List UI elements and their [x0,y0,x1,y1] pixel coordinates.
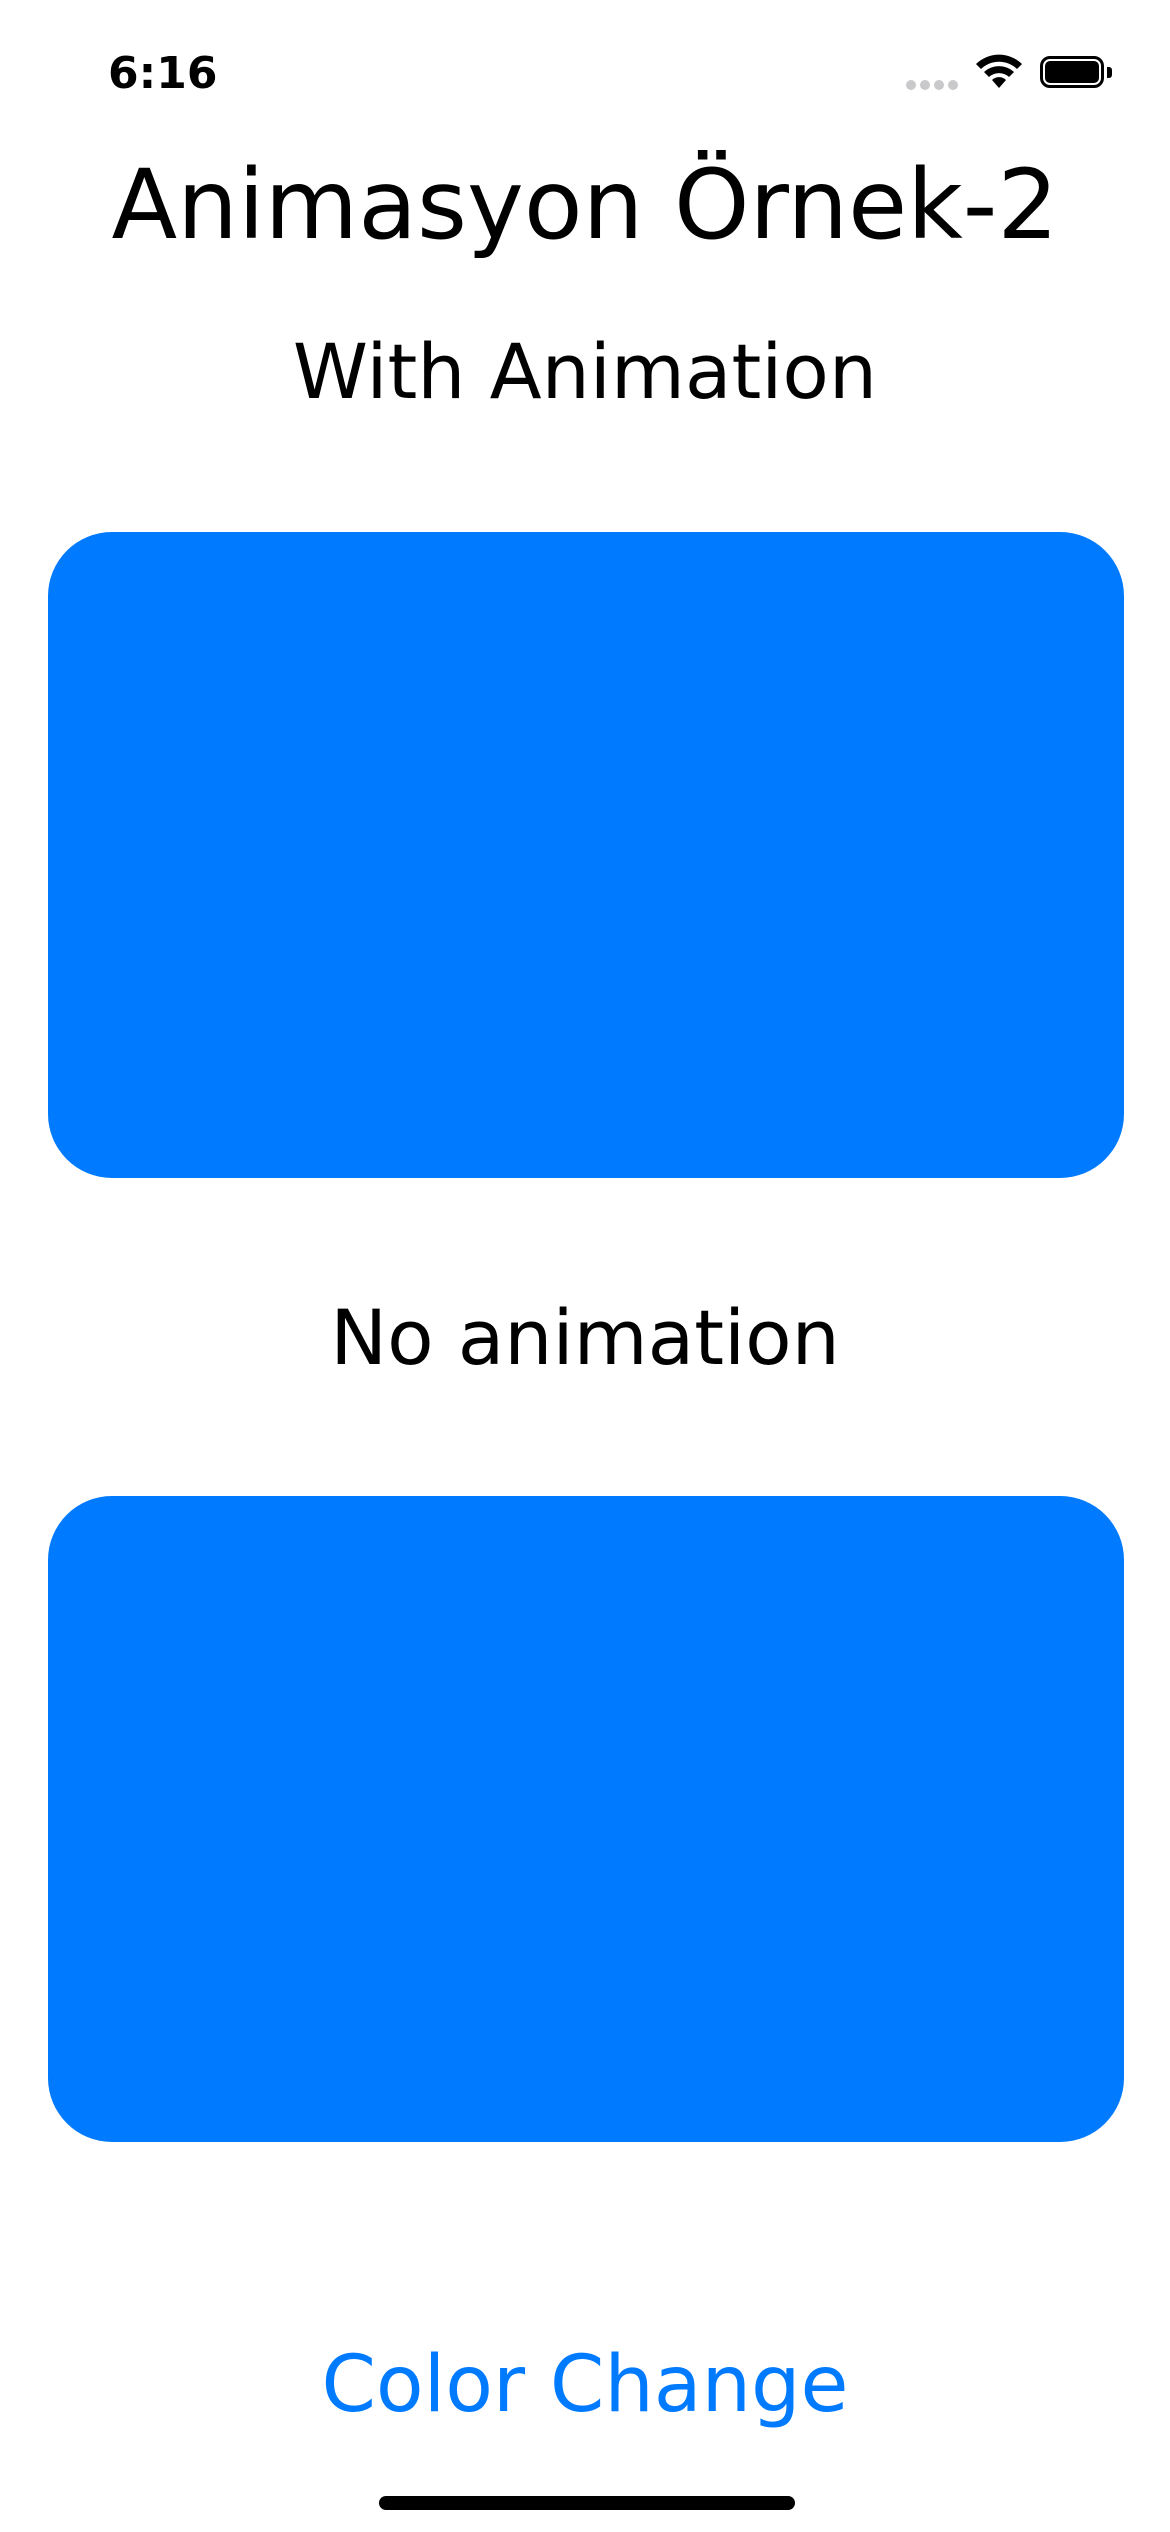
static-color-box [48,1496,1124,2142]
home-indicator[interactable] [379,2496,795,2510]
animated-color-box [48,532,1124,1178]
battery-icon [1040,56,1114,90]
no-animation-label: No animation [330,1293,840,1382]
with-animation-label: With Animation [292,327,878,416]
page-title: Animasyon Örnek-2 [111,149,1059,261]
wifi-icon [976,54,1022,88]
status-bar: 6:16 [0,0,1170,140]
cellular-signal-icon [906,80,958,94]
color-change-button[interactable]: Color Change [285,2330,885,2440]
status-time: 6:16 [108,48,218,99]
